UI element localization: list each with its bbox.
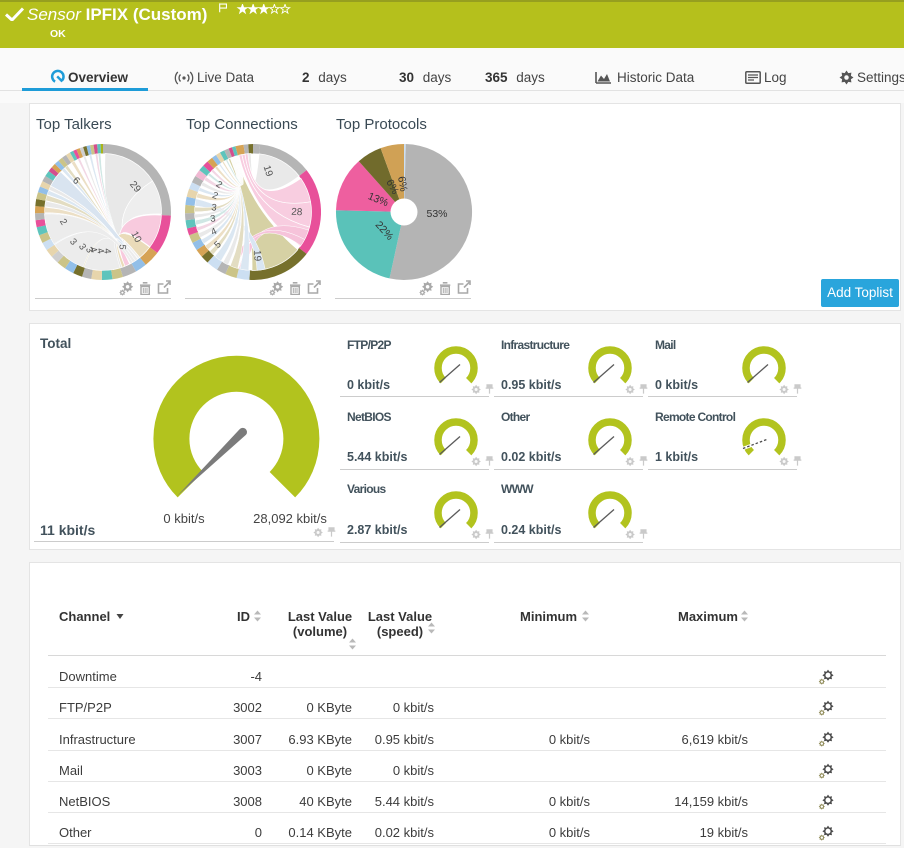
svg-text:53%: 53% bbox=[426, 208, 447, 220]
svg-text:5: 5 bbox=[116, 244, 127, 250]
svg-text:19: 19 bbox=[251, 250, 262, 262]
svg-text:28: 28 bbox=[291, 207, 303, 219]
svg-text:4: 4 bbox=[101, 248, 112, 254]
